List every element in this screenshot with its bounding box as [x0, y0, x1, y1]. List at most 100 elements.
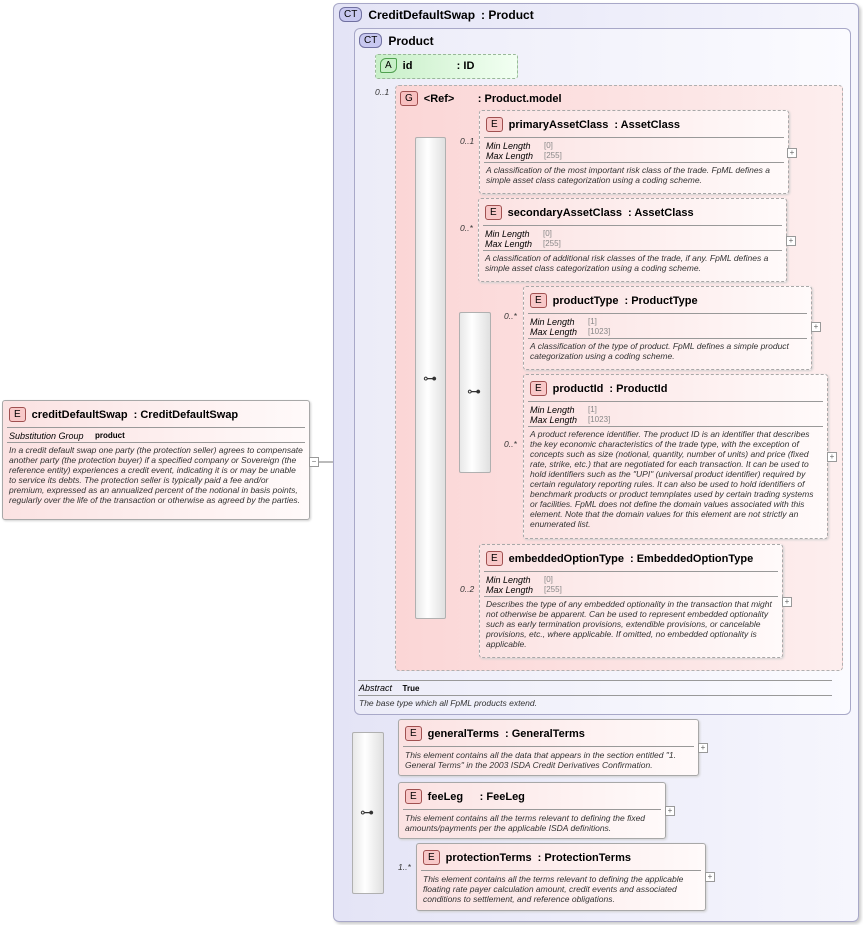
element-badge-icon: E: [485, 205, 502, 220]
expand-icon[interactable]: +: [698, 743, 708, 753]
min-length-facet: Min Length [0]: [485, 229, 552, 239]
element-divider: [403, 746, 694, 747]
element-type: : EmbeddedOptionType: [629, 552, 754, 565]
group-header: G <Ref> : Product.model: [400, 91, 562, 106]
element-description: This element contains all the data that …: [405, 750, 676, 770]
primary-asset-class-cardinality: 0..1: [460, 136, 475, 146]
element-name: productId: [552, 382, 604, 395]
credit-default-swap-element[interactable]: E creditDefaultSwap : CreditDefaultSwap …: [2, 400, 310, 520]
collapse-icon[interactable]: −: [309, 457, 319, 467]
element-description: Describes the type of any embedded optio…: [486, 599, 772, 649]
element-type: : FeeLeg: [479, 790, 525, 803]
element-divider: [484, 162, 784, 163]
element-title: E embeddedOptionType : EmbeddedOptionTyp…: [486, 551, 753, 566]
element-title: E productId : ProductId: [530, 381, 667, 396]
facet-label: Max Length: [530, 327, 578, 337]
expand-icon[interactable]: +: [705, 872, 715, 882]
max-length-facet: Max Length [1023]: [530, 327, 610, 337]
primary-asset-class-element[interactable]: E primaryAssetClass : AssetClass Min Len…: [479, 110, 789, 194]
min-length-facet: Min Length [1]: [530, 405, 597, 415]
expand-icon[interactable]: +: [782, 597, 792, 607]
facet-value: [0]: [543, 229, 552, 238]
embedded-option-type-element[interactable]: E embeddedOptionType : EmbeddedOptionTyp…: [479, 544, 783, 658]
max-length-facet: Max Length [255]: [485, 239, 561, 249]
facet-value: [1]: [588, 317, 597, 326]
product-id-element[interactable]: E productId : ProductId Min Length [1] Ma…: [523, 374, 828, 539]
min-length-facet: Min Length [0]: [486, 575, 553, 585]
facet-value: [0]: [544, 575, 553, 584]
element-divider: [528, 426, 823, 427]
element-badge-icon: E: [405, 726, 422, 741]
abstract-label: Abstract: [359, 683, 393, 693]
facet-label: Max Length: [530, 415, 578, 425]
element-title: E generalTerms : GeneralTerms: [405, 726, 585, 741]
element-badge-icon: E: [486, 117, 503, 132]
element-divider: [483, 225, 782, 226]
element-title: E primaryAssetClass : AssetClass: [486, 117, 680, 132]
embedded-option-type-cardinality: 0..2: [460, 584, 475, 594]
element-name: creditDefaultSwap: [31, 408, 128, 421]
element-description: A classification of additional risk clas…: [485, 253, 769, 273]
attribute-header: A id : ID: [380, 58, 474, 73]
subst-label: Substitution Group: [9, 431, 84, 441]
product-type-element[interactable]: E productType : ProductType Min Length [1…: [523, 286, 812, 370]
attribute-cardinality: 0..1: [375, 87, 390, 97]
element-divider: [484, 596, 778, 597]
element-type: : ProductType: [624, 294, 698, 307]
element-badge-icon: E: [486, 551, 503, 566]
element-title: E feeLeg : FeeLeg: [405, 789, 525, 804]
attribute-type: : ID: [456, 59, 475, 72]
expand-icon[interactable]: +: [827, 452, 837, 462]
product-header: CT Product: [359, 33, 434, 48]
protection-terms-cardinality: 1..*: [398, 862, 411, 872]
facet-value: [1023]: [588, 415, 611, 424]
element-name: feeLeg: [427, 790, 464, 803]
subst-value: product: [95, 431, 125, 440]
element-description: In a credit default swap one party (the …: [9, 445, 303, 505]
general-terms-element[interactable]: E generalTerms : GeneralTerms This eleme…: [398, 719, 699, 776]
substitution-group: Substitution Group product: [9, 431, 125, 441]
facet-value: [255]: [544, 585, 562, 594]
product-divider: [358, 680, 832, 681]
element-name: primaryAssetClass: [508, 118, 609, 131]
facet-label: Min Length: [486, 141, 531, 151]
element-title: E protectionTerms : ProtectionTerms: [423, 850, 631, 865]
fee-leg-element[interactable]: E feeLeg : FeeLeg This element contains …: [398, 782, 666, 839]
facet-value: [255]: [544, 151, 562, 160]
element-badge-icon: E: [530, 381, 547, 396]
element-name: embeddedOptionType: [508, 552, 624, 565]
attribute-badge-icon: A: [380, 58, 397, 73]
facet-value: [1023]: [588, 327, 611, 336]
min-length-facet: Min Length [0]: [486, 141, 553, 151]
element-description: A classification of the most important r…: [486, 165, 770, 185]
element-description: A classification of the type of product.…: [530, 341, 789, 361]
element-type: : ProductId: [609, 382, 668, 395]
root-title: CreditDefaultSwap: [368, 7, 476, 22]
element-divider: [528, 401, 823, 402]
max-length-facet: Max Length [1023]: [530, 415, 610, 425]
facet-label: Min Length: [530, 405, 575, 415]
facet-label: Min Length: [530, 317, 575, 327]
product-divider-2: [358, 695, 832, 696]
expand-icon[interactable]: +: [811, 322, 821, 332]
element-name: generalTerms: [427, 727, 499, 740]
product-id-cardinality: 0..*: [504, 439, 517, 449]
element-badge-icon: E: [530, 293, 547, 308]
element-name: productType: [552, 294, 619, 307]
protection-terms-element[interactable]: E protectionTerms : ProtectionTerms This…: [416, 843, 706, 911]
expand-icon[interactable]: +: [665, 806, 675, 816]
secondary-asset-class-cardinality: 0..*: [460, 223, 473, 233]
element-badge-icon: E: [405, 789, 422, 804]
element-description: A product reference identifier. The prod…: [530, 429, 814, 529]
group-type: : Product.model: [477, 92, 562, 105]
expand-icon[interactable]: +: [786, 236, 796, 246]
element-divider: [484, 137, 784, 138]
element-description: This element contains all the terms rele…: [423, 874, 684, 904]
product-type-cardinality: 0..*: [504, 311, 517, 321]
secondary-asset-class-element[interactable]: E secondaryAssetClass : AssetClass Min L…: [478, 198, 787, 282]
element-divider: [528, 313, 807, 314]
complex-type-badge-icon: CT: [339, 7, 363, 22]
facet-label: Max Length: [486, 151, 534, 161]
element-badge-icon: E: [423, 850, 440, 865]
expand-icon[interactable]: +: [787, 148, 797, 158]
